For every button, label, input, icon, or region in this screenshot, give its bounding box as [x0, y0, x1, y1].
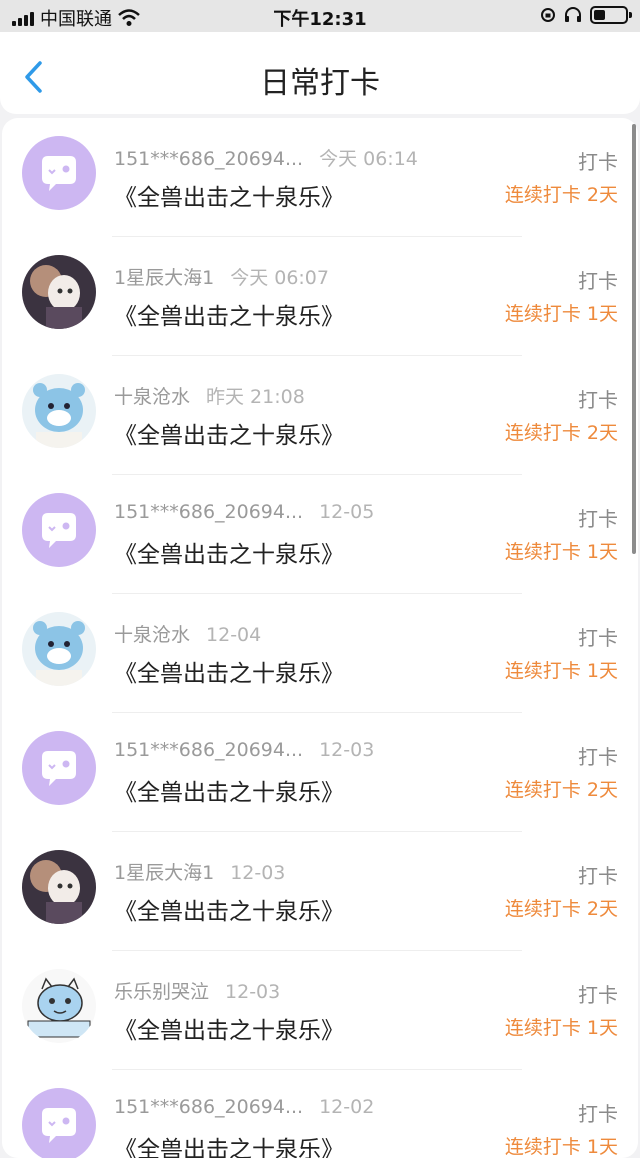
- blue-tiger-avatar[interactable]: [22, 612, 96, 686]
- checkin-time: 12-03: [319, 739, 375, 761]
- list-item[interactable]: 151***686_20694... 12-02 《全兽出击之十泉乐》 打卡 连续…: [2, 1070, 638, 1158]
- checkin-time: 今天 06:14: [319, 148, 418, 170]
- streak-label: 连续打卡 2天: [504, 779, 618, 801]
- username: 十泉沧水: [114, 624, 191, 646]
- speech-bubble-avatar[interactable]: [22, 136, 96, 210]
- sketch-tiger-avatar[interactable]: [22, 969, 96, 1043]
- username: 1星辰大海1: [114, 862, 215, 884]
- list-item[interactable]: 151***686_20694... 12-05 《全兽出击之十泉乐》 打卡 连续…: [2, 475, 638, 594]
- item-meta: 乐乐别哭泣 12-03: [114, 977, 280, 1004]
- username: 十泉沧水: [114, 386, 191, 408]
- streak-label: 连续打卡 1天: [504, 660, 618, 682]
- item-meta: 151***686_20694... 12-03: [114, 739, 374, 761]
- checkin-time: 12-03: [225, 981, 281, 1003]
- scrollbar[interactable]: [632, 124, 636, 554]
- streak-label: 连续打卡 1天: [504, 303, 618, 325]
- item-meta: 十泉沧水 12-04: [114, 620, 261, 647]
- list-item[interactable]: 1星辰大海1 12-03 《全兽出击之十泉乐》 打卡 连续打卡 2天: [2, 832, 638, 951]
- rotation-lock-icon: [541, 8, 555, 22]
- streak-label: 连续打卡 1天: [504, 541, 618, 563]
- book-title: 《全兽出击之十泉乐》: [114, 661, 344, 687]
- item-meta: 十泉沧水 昨天 21:08: [114, 382, 305, 409]
- status-right: [540, 6, 632, 24]
- checkin-list[interactable]: 151***686_20694... 今天 06:14 《全兽出击之十泉乐》 打卡…: [2, 118, 638, 1158]
- speech-bubble-avatar[interactable]: [22, 493, 96, 567]
- checkin-label: 打卡: [578, 745, 618, 769]
- streak-label: 连续打卡 1天: [504, 1017, 618, 1039]
- checkin-label: 打卡: [578, 864, 618, 888]
- username: 乐乐别哭泣: [114, 981, 210, 1003]
- book-title: 《全兽出击之十泉乐》: [114, 780, 344, 806]
- battery-icon: [590, 6, 632, 24]
- checkin-time: 12-02: [319, 1096, 375, 1118]
- checkin-time: 昨天 21:08: [206, 386, 305, 408]
- book-title: 《全兽出击之十泉乐》: [114, 899, 344, 925]
- checkin-time: 12-03: [230, 862, 286, 884]
- checkin-time: 今天 06:07: [230, 267, 329, 289]
- checkin-label: 打卡: [578, 150, 618, 174]
- list-item[interactable]: 十泉沧水 昨天 21:08 《全兽出击之十泉乐》 打卡 连续打卡 2天: [2, 356, 638, 475]
- list-item[interactable]: 151***686_20694... 12-03 《全兽出击之十泉乐》 打卡 连续…: [2, 713, 638, 832]
- book-title: 《全兽出击之十泉乐》: [114, 1137, 344, 1158]
- list-item[interactable]: 151***686_20694... 今天 06:14 《全兽出击之十泉乐》 打卡…: [2, 118, 638, 237]
- item-meta: 151***686_20694... 12-05: [114, 501, 374, 523]
- checkin-label: 打卡: [578, 507, 618, 531]
- book-title: 《全兽出击之十泉乐》: [114, 542, 344, 568]
- username: 151***686_20694...: [114, 739, 304, 761]
- item-meta: 1星辰大海1 今天 06:07: [114, 263, 329, 290]
- list-item[interactable]: 乐乐别哭泣 12-03 《全兽出击之十泉乐》 打卡 连续打卡 1天: [2, 951, 638, 1070]
- status-bar: 中国联通 下午12:31: [0, 0, 640, 32]
- checkin-label: 打卡: [578, 388, 618, 412]
- username: 151***686_20694...: [114, 1096, 304, 1118]
- speech-bubble-avatar[interactable]: [22, 731, 96, 805]
- battery-level: [594, 10, 605, 20]
- checkin-time: 12-04: [206, 624, 262, 646]
- item-meta: 151***686_20694... 今天 06:14: [114, 144, 418, 171]
- checkin-time: 12-05: [319, 501, 375, 523]
- book-title: 《全兽出击之十泉乐》: [114, 185, 344, 211]
- book-title: 《全兽出击之十泉乐》: [114, 304, 344, 330]
- streak-label: 连续打卡 2天: [504, 898, 618, 920]
- photo-dark-avatar[interactable]: [22, 255, 96, 329]
- nav-header: 日常打卡: [0, 32, 640, 114]
- speech-bubble-avatar[interactable]: [22, 1088, 96, 1158]
- blue-tiger-avatar[interactable]: [22, 374, 96, 448]
- checkin-label: 打卡: [578, 269, 618, 293]
- checkin-label: 打卡: [578, 983, 618, 1007]
- list-item[interactable]: 1星辰大海1 今天 06:07 《全兽出击之十泉乐》 打卡 连续打卡 1天: [2, 237, 638, 356]
- photo-dark-avatar[interactable]: [22, 850, 96, 924]
- list-item[interactable]: 十泉沧水 12-04 《全兽出击之十泉乐》 打卡 连续打卡 1天: [2, 594, 638, 713]
- streak-label: 连续打卡 2天: [504, 184, 618, 206]
- username: 151***686_20694...: [114, 501, 304, 523]
- checkin-label: 打卡: [578, 1102, 618, 1126]
- username: 1星辰大海1: [114, 267, 215, 289]
- page-title: 日常打卡: [260, 66, 380, 101]
- streak-label: 连续打卡 1天: [504, 1136, 618, 1158]
- headphones-icon: [565, 7, 581, 22]
- book-title: 《全兽出击之十泉乐》: [114, 1018, 344, 1044]
- book-title: 《全兽出击之十泉乐》: [114, 423, 344, 449]
- streak-label: 连续打卡 2天: [504, 422, 618, 444]
- checkin-label: 打卡: [578, 626, 618, 650]
- item-meta: 1星辰大海1 12-03: [114, 858, 285, 885]
- username: 151***686_20694...: [114, 148, 304, 170]
- item-meta: 151***686_20694... 12-02: [114, 1096, 374, 1118]
